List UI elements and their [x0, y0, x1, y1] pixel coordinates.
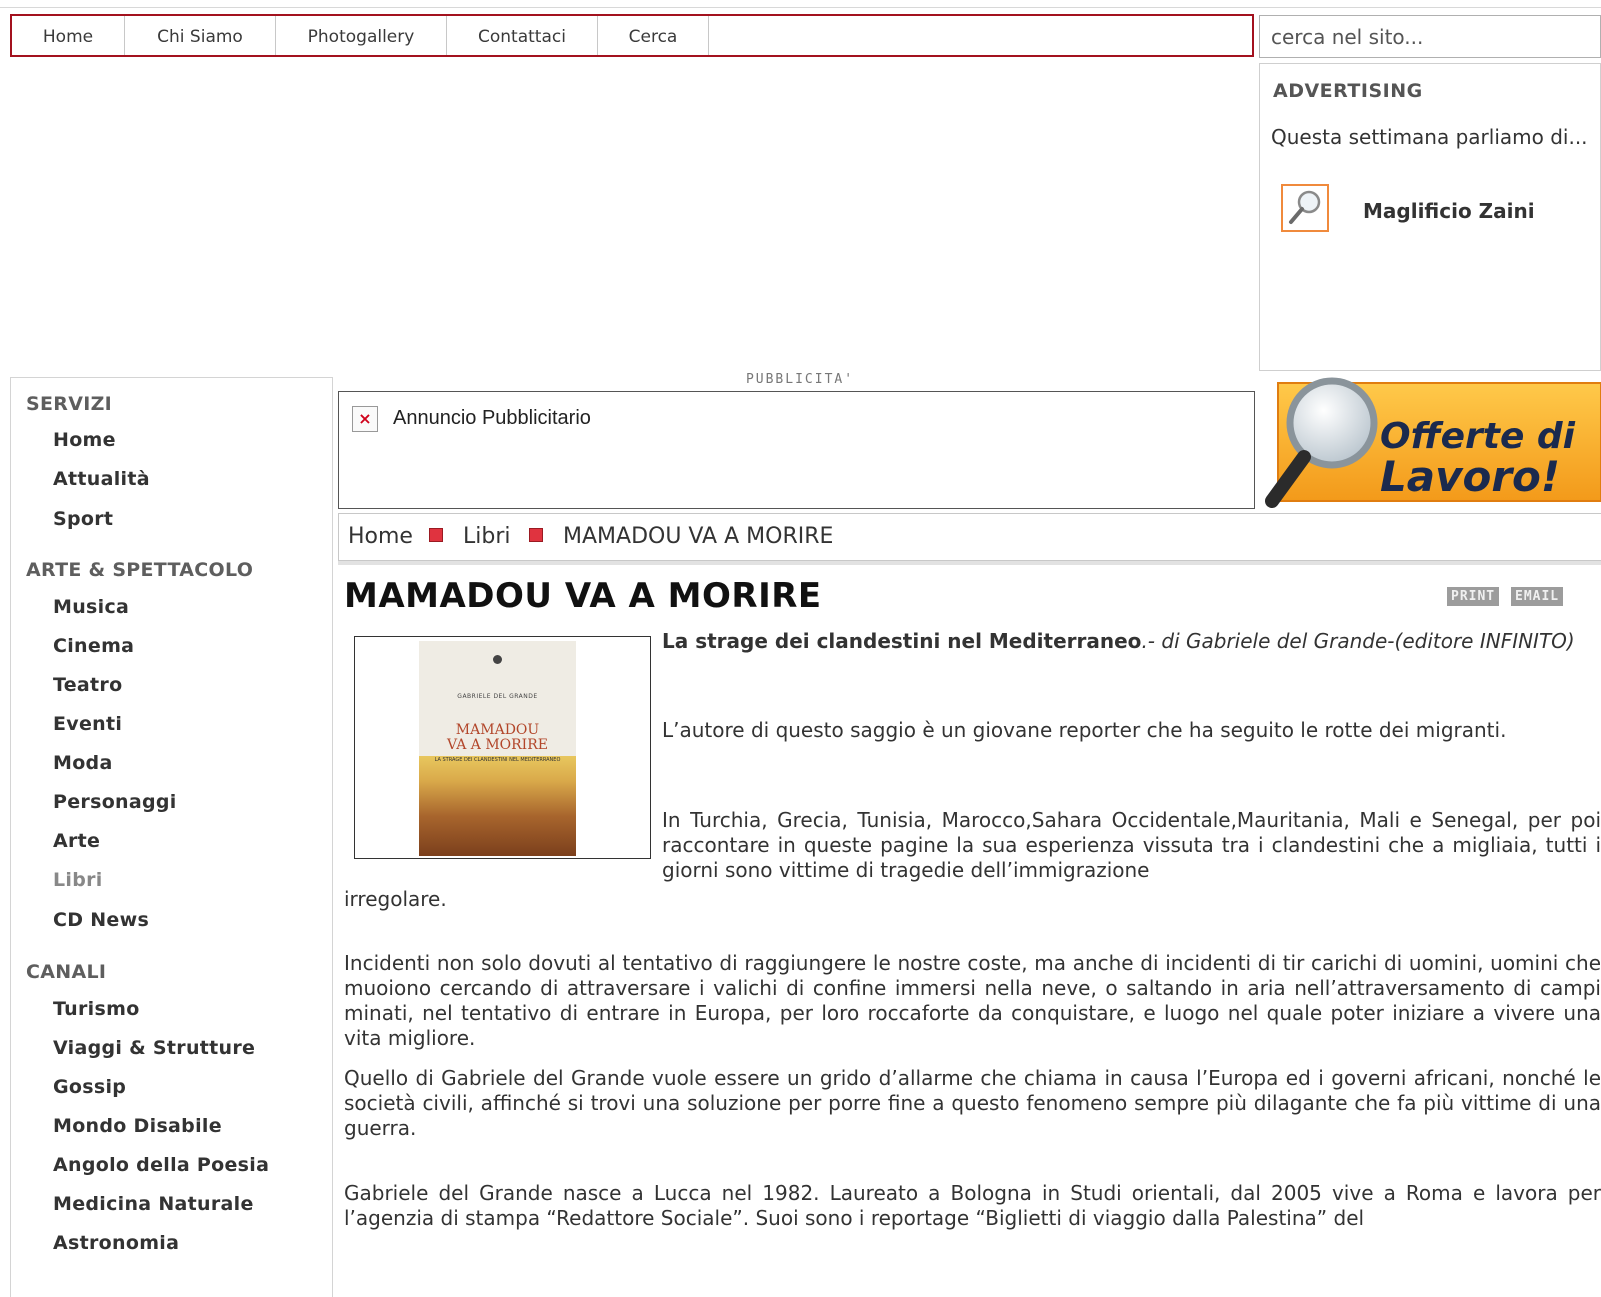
sidebar-item-astronomia[interactable]: Astronomia	[53, 1232, 179, 1254]
book-cover-author: GABRIELE DEL GRANDE	[457, 693, 538, 700]
sidebar-item-medicina-naturale[interactable]: Medicina Naturale	[53, 1193, 254, 1215]
broken-image-icon: ×	[352, 406, 378, 432]
breadcrumb-current: MAMADOU VA A MORIRE	[563, 524, 834, 549]
section-title-servizi: SERVIZI	[26, 393, 113, 415]
nav-contattaci[interactable]: Contattaci	[447, 16, 598, 55]
advertising-title: ADVERTISING	[1273, 80, 1423, 102]
article-title: MAMADOU VA A MORIRE	[344, 576, 822, 616]
article-paragraph: Quello di Gabriele del Grande vuole esse…	[344, 1066, 1601, 1140]
nav-chi-siamo[interactable]: Chi Siamo	[125, 16, 276, 55]
job-offers-text: Offerte di Lavoro!	[1380, 416, 1576, 501]
ad-banner[interactable]: × Annuncio Pubblicitario	[338, 391, 1255, 509]
book-cover-image: GABRIELE DEL GRANDE MAMADOU VA A MORIRE …	[354, 636, 651, 859]
article-paragraph: In Turchia, Grecia, Tunisia, Marocco,Sah…	[662, 808, 1601, 882]
sidebar-item-angolo-poesia[interactable]: Angolo della Poesia	[53, 1154, 269, 1176]
print-button[interactable]: PRINT	[1447, 587, 1500, 606]
article-intro: La strage dei clandestini nel Mediterran…	[662, 628, 1601, 654]
sidebar-item-home[interactable]: Home	[53, 429, 116, 451]
breadcrumb-libri[interactable]: Libri	[463, 524, 511, 549]
sidebar-item-sport[interactable]: Sport	[53, 508, 113, 530]
sidebar-item-mondo-disabile[interactable]: Mondo Disabile	[53, 1115, 222, 1137]
article-intro-italic: .- di Gabriele del Grande-(editore INFIN…	[1141, 629, 1575, 653]
breadcrumb-separator-icon	[529, 528, 543, 542]
sidebar-item-moda[interactable]: Moda	[53, 752, 113, 774]
top-nav: Home Chi Siamo Photogallery Contattaci C…	[10, 14, 1254, 57]
sidebar-item-gossip[interactable]: Gossip	[53, 1076, 126, 1098]
breadcrumb: Home Libri MAMADOU VA A MORIRE	[338, 513, 1601, 561]
book-cover-title: MAMADOU VA A MORIRE	[447, 722, 548, 753]
publisher-logo-icon	[493, 655, 502, 664]
nav-home[interactable]: Home	[12, 16, 125, 55]
sidebar: SERVIZI Home Attualità Sport ARTE & SPET…	[10, 377, 333, 1297]
job-offers-promo[interactable]: Offerte di Lavoro!	[1258, 375, 1601, 510]
book-cover: GABRIELE DEL GRANDE MAMADOU VA A MORIRE …	[419, 641, 576, 856]
nav-cerca[interactable]: Cerca	[598, 16, 709, 55]
breadcrumb-home[interactable]: Home	[348, 524, 413, 549]
sidebar-item-viaggi-strutture[interactable]: Viaggi & Strutture	[53, 1037, 255, 1059]
ad-banner-alt-text: Annuncio Pubblicitario	[393, 407, 591, 429]
sidebar-item-cinema[interactable]: Cinema	[53, 635, 134, 657]
section-title-arte-spettacolo: ARTE & SPETTACOLO	[26, 559, 254, 581]
sidebar-item-turismo[interactable]: Turismo	[53, 998, 140, 1020]
book-cover-subtitle: LA STRAGE DEI CLANDESTINI NEL MEDITERRAN…	[434, 757, 561, 763]
magnifier-icon[interactable]	[1281, 184, 1329, 232]
advertising-company-link[interactable]: Maglificio Zaini	[1363, 199, 1535, 223]
top-divider	[0, 7, 1601, 8]
sidebar-item-teatro[interactable]: Teatro	[53, 674, 122, 696]
advertising-text: Questa settimana parliamo di...	[1271, 125, 1588, 149]
breadcrumb-separator-icon	[429, 528, 443, 542]
article-intro-bold: La strage dei clandestini nel Mediterran…	[662, 629, 1142, 653]
section-title-canali: CANALI	[26, 961, 107, 983]
article-paragraph: Incidenti non solo dovuti al tentativo d…	[344, 951, 1601, 1050]
sidebar-item-libri[interactable]: Libri	[53, 869, 103, 891]
sidebar-item-musica[interactable]: Musica	[53, 596, 129, 618]
article-paragraph: irregolare.	[344, 887, 447, 911]
article-paragraph: L’autore di questo saggio è un giovane r…	[662, 718, 1507, 742]
search-input[interactable]	[1259, 15, 1601, 58]
sidebar-item-eventi[interactable]: Eventi	[53, 713, 122, 735]
nav-photogallery[interactable]: Photogallery	[276, 16, 447, 55]
advertising-box: ADVERTISING Questa settimana parliamo di…	[1259, 63, 1601, 371]
breadcrumb-divider	[338, 561, 1601, 565]
sidebar-item-cd-news[interactable]: CD News	[53, 909, 149, 931]
sidebar-item-arte[interactable]: Arte	[53, 830, 100, 852]
article-paragraph: Gabriele del Grande nasce a Lucca nel 19…	[344, 1181, 1601, 1230]
email-button[interactable]: EMAIL	[1511, 587, 1564, 606]
ad-label: PUBBLICITA'	[745, 372, 855, 387]
sidebar-item-personaggi[interactable]: Personaggi	[53, 791, 177, 813]
book-cover-desert	[419, 756, 576, 856]
sidebar-item-attualita[interactable]: Attualità	[53, 468, 150, 490]
